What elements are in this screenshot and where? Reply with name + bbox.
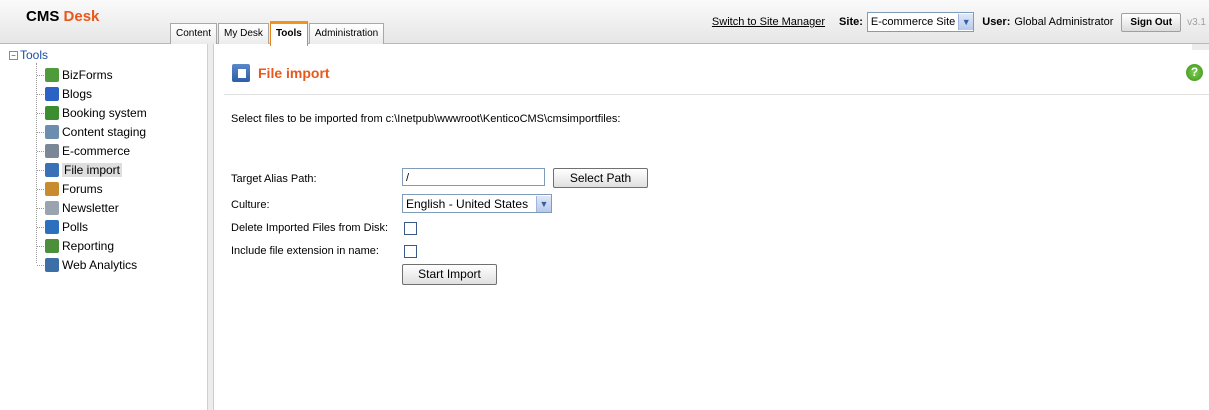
- scrollbar[interactable]: [1192, 44, 1209, 50]
- divider: [224, 94, 1209, 95]
- tree-branch-line: [37, 227, 44, 228]
- sidebar-item-e-commerce[interactable]: E-commerce: [45, 142, 130, 160]
- import-description: Select files to be imported from c:\Inet…: [231, 113, 621, 125]
- delete-files-label: Delete Imported Files from Disk:: [231, 222, 389, 234]
- sidebar-item-label: Newsletter: [62, 201, 119, 215]
- sidebar-item-label: Content staging: [62, 125, 147, 139]
- sidebar-item-label: E-commerce: [62, 144, 131, 158]
- sidebar-item-bizforms[interactable]: BizForms: [45, 66, 113, 84]
- sidebar-item-forums[interactable]: Forums: [45, 180, 103, 198]
- sidebar-item-label: Web Analytics: [62, 258, 138, 272]
- logo-cms: CMS: [26, 8, 60, 25]
- user-label: User:: [982, 16, 1011, 28]
- site-select[interactable]: E-commerce Site ▼: [866, 12, 975, 32]
- reporting-icon: [45, 239, 59, 253]
- target-alias-input[interactable]: /: [402, 168, 545, 186]
- culture-select-value: English - United States: [406, 196, 529, 211]
- tab-my-desk[interactable]: My Desk: [218, 23, 269, 44]
- sidebar-item-label: Booking system: [62, 106, 147, 120]
- delete-files-checkbox[interactable]: [404, 222, 417, 235]
- tree-branch-line: [37, 94, 44, 95]
- tree-branch-line: [37, 170, 44, 171]
- sidebar-item-label: BizForms: [62, 68, 113, 82]
- tree-branch-line: [37, 132, 44, 133]
- chevron-down-icon[interactable]: ▼: [536, 195, 551, 212]
- user-name: Global Administrator: [1014, 16, 1114, 28]
- sidebar-item-polls[interactable]: Polls: [45, 218, 88, 236]
- start-import-button[interactable]: Start Import: [402, 264, 497, 285]
- tab-administration[interactable]: Administration: [308, 23, 385, 44]
- include-extension-checkbox[interactable]: [404, 245, 417, 258]
- staging-icon: [45, 125, 59, 139]
- tools-tree: − Tools BizForms Blogs Booking system Conte…: [0, 44, 208, 410]
- sidebar-item-label: File import: [62, 163, 123, 177]
- site-label: Site:: [839, 16, 863, 28]
- booking-icon: [45, 106, 59, 120]
- tree-branch-line: [37, 265, 44, 266]
- sidebar-item-blogs[interactable]: Blogs: [45, 85, 92, 103]
- ecommerce-icon: [45, 144, 59, 158]
- blogs-icon: [45, 87, 59, 101]
- target-alias-label: Target Alias Path:: [231, 173, 317, 185]
- sign-out-button[interactable]: Sign Out: [1121, 12, 1182, 32]
- page-title: File import: [258, 65, 330, 81]
- page-header: File import: [232, 64, 330, 82]
- header-bar: CMS Desk Content My Desk Tools Administr…: [0, 0, 1209, 46]
- tree-root-label: Tools: [20, 48, 49, 62]
- switch-site-manager-link[interactable]: Switch to Site Manager: [712, 16, 825, 28]
- tree-branch-line: [37, 75, 44, 76]
- sidebar-item-label: Forums: [62, 182, 103, 196]
- include-extension-label: Include file extension in name:: [231, 245, 379, 257]
- chevron-down-icon[interactable]: ▼: [958, 14, 974, 30]
- sidebar-item-newsletter[interactable]: Newsletter: [45, 199, 119, 217]
- newsletter-icon: [45, 201, 59, 215]
- tree-root-tools[interactable]: − Tools: [9, 48, 48, 62]
- tree-branch-line: [37, 151, 44, 152]
- sidebar-item-label: Blogs: [62, 87, 93, 101]
- polls-icon: [45, 220, 59, 234]
- sidebar-item-label: Polls: [62, 220, 89, 234]
- app-logo: CMS Desk: [26, 8, 99, 25]
- main-content: File import ? Select files to be importe…: [214, 44, 1209, 410]
- sidebar-item-reporting[interactable]: Reporting: [45, 237, 114, 255]
- sidebar-item-content-staging[interactable]: Content staging: [45, 123, 146, 141]
- bizforms-icon: [45, 68, 59, 82]
- sidebar-item-file-import[interactable]: File import: [45, 161, 123, 179]
- tab-content[interactable]: Content: [170, 23, 218, 44]
- help-icon[interactable]: ?: [1186, 64, 1203, 81]
- tree-branch-line: [37, 189, 44, 190]
- version-label: v3.1: [1187, 16, 1206, 28]
- culture-label: Culture:: [231, 199, 270, 211]
- forums-icon: [45, 182, 59, 196]
- tree-branch-line: [37, 208, 44, 209]
- header-right: Switch to Site Manager Site: E-commerce …: [712, 12, 1209, 32]
- main-tabs: Content My Desk Tools Administration: [170, 21, 385, 46]
- file-import-icon: [232, 64, 250, 82]
- tree-branch-line: [37, 113, 44, 114]
- sidebar-item-web-analytics[interactable]: Web Analytics: [45, 256, 137, 274]
- culture-select[interactable]: English - United States ▼: [402, 194, 552, 213]
- sidebar-item-booking-system[interactable]: Booking system: [45, 104, 147, 122]
- tree-branch-line: [37, 246, 44, 247]
- tree-line: [36, 63, 37, 263]
- file-import-icon: [45, 163, 59, 177]
- tab-tools[interactable]: Tools: [269, 21, 308, 46]
- collapse-icon[interactable]: −: [9, 50, 18, 60]
- web-analytics-icon: [45, 258, 59, 272]
- logo-desk: Desk: [63, 8, 100, 25]
- select-path-button[interactable]: Select Path: [553, 168, 648, 188]
- sidebar-item-label: Reporting: [62, 239, 115, 253]
- site-select-value: E-commerce Site: [870, 16, 956, 28]
